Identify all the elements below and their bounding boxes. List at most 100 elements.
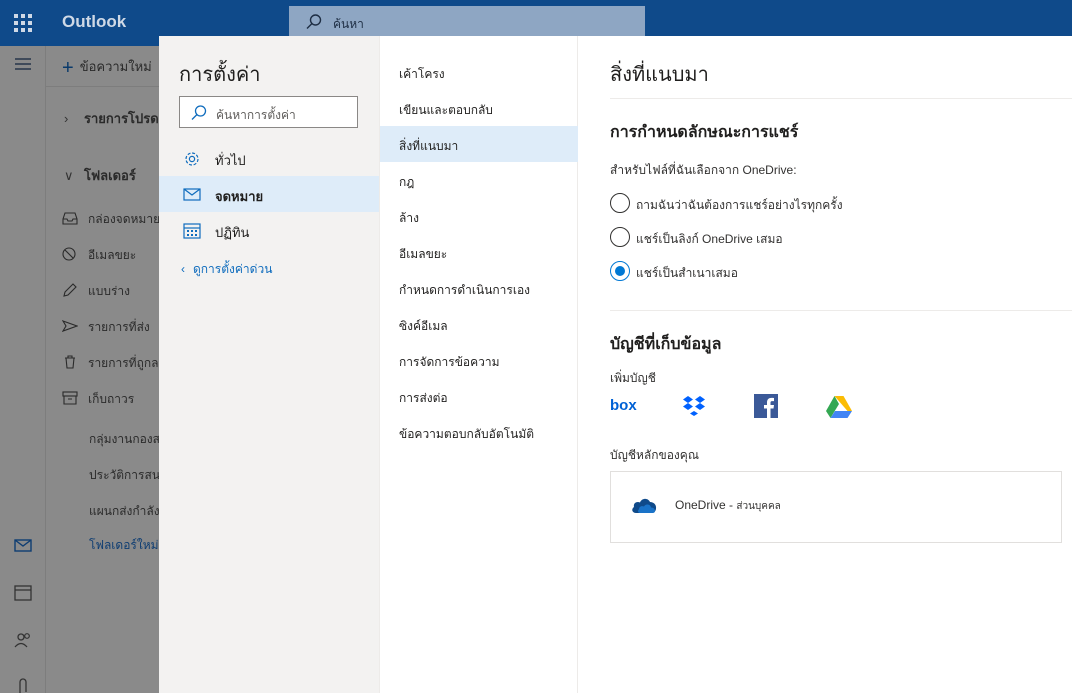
quick-settings-link[interactable]: ‹ ดูการตั้งค่าด่วน [181, 260, 272, 279]
app-launcher-icon[interactable] [14, 14, 32, 32]
box-icon[interactable]: box [610, 394, 638, 420]
folder-label: รายการที่ส่ง [88, 320, 150, 334]
divider [610, 98, 1072, 99]
add-account-label: เพิ่มบัญชี [610, 371, 656, 385]
settings-subcategory-pane: เค้าโครง เขียนและตอบกลับ สิ่งที่แนบมา กฎ… [379, 36, 578, 693]
gear-icon [183, 150, 201, 166]
calendar-icon [183, 222, 201, 239]
quick-settings-label: ดูการตั้งค่าด่วน [193, 262, 273, 276]
google-drive-icon[interactable] [826, 394, 852, 420]
radio-circle[interactable] [610, 227, 630, 247]
folder-pane: + ข้อความใหม่ › รายการโปรด ∨ โฟลเดอร์ กล่อง… [46, 46, 159, 693]
onedrive-icon [631, 496, 657, 517]
subcategory-label: ซิงค์อีเมล [399, 319, 448, 333]
subcategory-compose-reply[interactable]: เขียนและตอบกลับ [380, 90, 578, 126]
folder-item-deleted[interactable]: รายการที่ถูกลบ [62, 354, 159, 373]
subcategory-junk-email[interactable]: อีเมลขยะ [380, 234, 578, 270]
background-app: + ข้อความใหม่ › รายการโปรด ∨ โฟลเดอร์ กล่อง… [0, 46, 159, 693]
folder-label: แบบร่าง [88, 284, 131, 298]
calendar-nav-icon[interactable] [13, 582, 33, 602]
menu-icon[interactable] [13, 54, 33, 74]
plus-icon: + [62, 57, 74, 79]
category-label: ปฏิทิน [215, 225, 250, 240]
subcategory-message-handling[interactable]: การจัดการข้อความ [380, 342, 578, 378]
subcategory-label: เขียนและตอบกลับ [399, 103, 493, 117]
attach-nav-icon[interactable] [13, 676, 33, 693]
chevron-down-icon: ∨ [64, 168, 74, 183]
settings-category-general[interactable]: ทั่วไป [159, 140, 379, 176]
dropbox-icon[interactable] [682, 394, 706, 420]
settings-search-input[interactable]: ค้นหาการตั้งค่า [179, 96, 358, 128]
settings-category-mail[interactable]: จดหมาย [159, 176, 379, 212]
storage-section-title: บัญชีที่เก็บข้อมูล [610, 336, 722, 353]
favorites-header[interactable]: › รายการโปรด [64, 108, 159, 129]
app-title[interactable]: Outlook [62, 12, 126, 32]
new-message-label: ข้อความใหม่ [79, 59, 152, 74]
folders-header[interactable]: ∨ โฟลเดอร์ [64, 165, 136, 186]
facebook-icon[interactable] [754, 394, 778, 420]
subcategory-rules[interactable]: กฎ [380, 162, 578, 198]
settings-content-pane: สิ่งที่แนบมา การกำหนดลักษณะการแชร์ สำหรั… [578, 36, 1072, 693]
people-nav-icon[interactable] [13, 630, 33, 650]
category-label: จดหมาย [215, 189, 264, 204]
junk-icon [62, 247, 80, 261]
share-prompt: สำหรับไฟล์ที่ฉันเลือกจาก OneDrive: [610, 163, 797, 177]
subfolder-item[interactable]: กลุ่มงานกองส [89, 430, 159, 449]
chevron-left-icon: ‹ [181, 262, 185, 276]
folders-label: โฟลเดอร์ [84, 168, 136, 183]
subcategory-label: กำหนดการดำเนินการเอง [399, 283, 531, 297]
subcategory-label: การจัดการข้อความ [399, 355, 500, 369]
subcategory-label: การส่งต่อ [399, 391, 448, 405]
page-title: สิ่งที่แนบมา [610, 64, 709, 86]
mail-nav-icon[interactable] [13, 535, 33, 555]
radio-circle[interactable] [610, 193, 630, 213]
subcategory-customize-actions[interactable]: กำหนดการดำเนินการเอง [380, 270, 578, 306]
subcategory-automatic-replies[interactable]: ข้อความตอบกลับอัตโนมัติ [380, 414, 578, 450]
settings-panel: การตั้งค่า ค้นหาการตั้งค่า ทั่วไป จดหมาย… [159, 36, 1072, 693]
folder-item-drafts[interactable]: แบบร่าง [62, 282, 159, 301]
folder-label: กล่องจดหมาย [88, 212, 159, 226]
share-section-title: การกำหนดลักษณะการแชร์ [610, 124, 799, 141]
settings-category-calendar[interactable]: ปฏิทิน [159, 212, 379, 248]
search-placeholder: ค้นหา [333, 17, 364, 31]
mail-icon [183, 186, 201, 202]
folder-item-inbox[interactable]: กล่องจดหมาย [62, 210, 159, 229]
send-icon [62, 319, 80, 333]
search-input[interactable]: ค้นหา [289, 6, 645, 38]
svg-text:box: box [610, 397, 637, 414]
favorites-label: รายการโปรด [84, 111, 159, 126]
folder-label: เก็บถาวร [88, 392, 135, 406]
folder-item-junk[interactable]: อีเมลขยะ [62, 246, 159, 265]
subfolder-item[interactable]: แผนกส่งกำลัง [89, 502, 159, 521]
subfolder-item[interactable]: โฟลเดอร์ใหม่ [89, 536, 159, 555]
trash-icon [62, 355, 80, 369]
subcategory-label: ข้อความตอบกลับอัตโนมัติ [399, 427, 535, 441]
subcategory-attachments[interactable]: สิ่งที่แนบมา [380, 126, 578, 162]
archive-icon [62, 391, 80, 405]
divider [610, 310, 1072, 311]
folder-label: อีเมลขยะ [88, 248, 137, 262]
primary-accounts-label: บัญชีหลักของคุณ [610, 448, 699, 462]
subcategory-label: เค้าโครง [399, 67, 445, 81]
search-icon [305, 13, 323, 34]
radio-label: แชร์เป็นลิงก์ OneDrive เสมอ [636, 232, 783, 246]
radio-circle-selected[interactable] [610, 261, 630, 281]
settings-title: การตั้งค่า [179, 64, 261, 86]
subcategory-label: ล้าง [399, 211, 419, 225]
primary-account-separator: - [729, 498, 734, 512]
search-icon [190, 104, 208, 125]
pencil-icon [62, 283, 80, 297]
subfolder-item[interactable]: ประวัติการสน [89, 466, 159, 485]
folder-item-archive[interactable]: เก็บถาวร [62, 390, 159, 409]
subcategory-forwarding[interactable]: การส่งต่อ [380, 378, 578, 414]
subcategory-layout[interactable]: เค้าโครง [380, 54, 578, 90]
inbox-icon [62, 211, 80, 225]
subcategory-sync-email[interactable]: ซิงค์อีเมล [380, 306, 578, 342]
chevron-right-icon: › [64, 111, 69, 126]
settings-category-pane: การตั้งค่า ค้นหาการตั้งค่า ทั่วไป จดหมาย… [159, 36, 379, 693]
primary-account-card[interactable]: OneDrive - ส่วนบุคคล [610, 471, 1062, 543]
folder-item-sent[interactable]: รายการที่ส่ง [62, 318, 159, 337]
new-message-button[interactable]: + ข้อความใหม่ [62, 56, 152, 80]
radio-label: ถามฉันว่าฉันต้องการแชร์อย่างไรทุกครั้ง [636, 198, 843, 212]
subcategory-sweep[interactable]: ล้าง [380, 198, 578, 234]
